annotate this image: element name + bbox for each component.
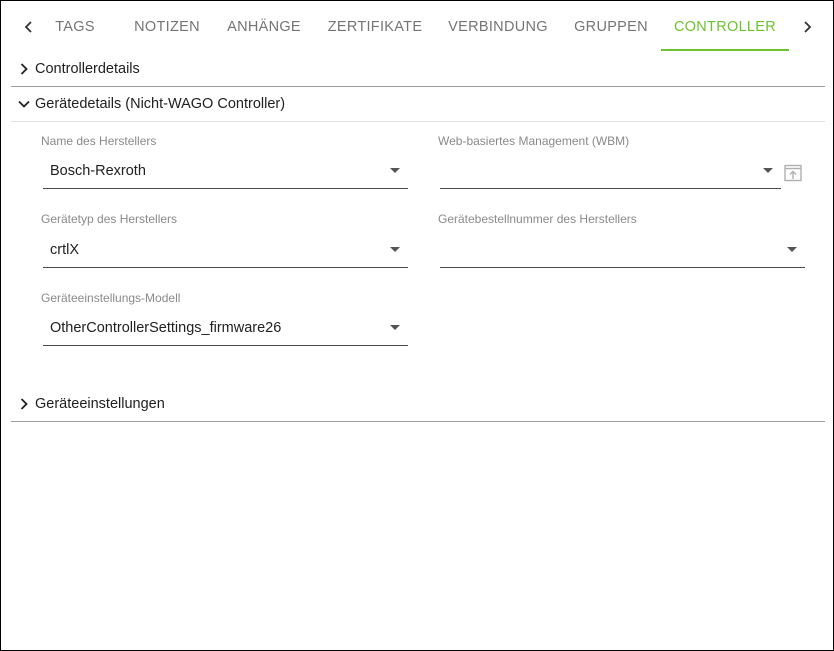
tab-verbindung[interactable]: VERBINDUNG (445, 1, 551, 53)
order-number-label: Gerätebestellnummer des Herstellers (438, 212, 637, 226)
divider (11, 86, 825, 87)
tab-zertifikate[interactable]: ZERTIFIKATE (325, 1, 425, 53)
tab-gruppen[interactable]: GRUPPEN (569, 1, 653, 53)
open-in-browser-icon[interactable] (783, 163, 803, 183)
device-type-label: Gerätetyp des Herstellers (41, 212, 178, 226)
manufacturer-name-label: Name des Herstellers (41, 134, 157, 148)
manufacturer-name-select[interactable]: Bosch-Rexroth (43, 151, 408, 189)
chevron-right-icon (13, 58, 35, 80)
select-value: crtlX (50, 242, 79, 258)
chevron-right-icon (13, 393, 35, 415)
tab-scroll-left-button[interactable] (17, 11, 41, 43)
chevron-right-icon (804, 21, 812, 33)
panel-header-device-settings[interactable]: Geräteeinstellungen (11, 392, 825, 416)
panel-header-device-details[interactable]: Gerätedetails (Nicht-WAGO Controller) (11, 92, 825, 116)
divider (11, 421, 825, 422)
dropdown-arrow-icon (390, 247, 400, 252)
chevron-left-icon (24, 21, 32, 33)
settings-model-label: Geräteeinstellungs-Modell (41, 291, 181, 305)
app-window: TAGS NOTIZEN ANHÄNGE ZERTIFIKATE VERBIND… (0, 0, 834, 651)
device-type-select[interactable]: crtlX (43, 230, 408, 268)
select-value: Bosch-Rexroth (50, 163, 146, 179)
panel-title: Gerätedetails (Nicht-WAGO Controller) (35, 96, 286, 112)
tab-anhaenge[interactable]: ANHÄNGE (223, 1, 305, 53)
tab-notizen[interactable]: NOTIZEN (129, 1, 205, 53)
wbm-select[interactable] (440, 151, 781, 189)
dropdown-arrow-icon (390, 325, 400, 330)
dropdown-arrow-icon (763, 168, 773, 173)
panel-header-controller-details[interactable]: Controllerdetails (11, 57, 825, 81)
panel-title: Controllerdetails (35, 61, 140, 77)
divider (11, 121, 825, 122)
select-value: OtherControllerSettings_firmware26 (50, 320, 282, 336)
panel-title: Geräteeinstellungen (35, 396, 165, 412)
tab-bar: TAGS NOTIZEN ANHÄNGE ZERTIFIKATE VERBIND… (1, 1, 833, 53)
active-tab-indicator (661, 49, 789, 51)
settings-model-select[interactable]: OtherControllerSettings_firmware26 (43, 308, 408, 346)
order-number-select[interactable] (440, 230, 805, 268)
wbm-label: Web-basiertes Management (WBM) (438, 134, 630, 148)
tab-tags[interactable]: TAGS (51, 1, 99, 53)
chevron-down-icon (13, 93, 35, 115)
tab-scroll-right-button[interactable] (795, 11, 819, 43)
tab-controller[interactable]: CONTROLLER (661, 1, 789, 53)
dropdown-arrow-icon (787, 247, 797, 252)
dropdown-arrow-icon (390, 168, 400, 173)
